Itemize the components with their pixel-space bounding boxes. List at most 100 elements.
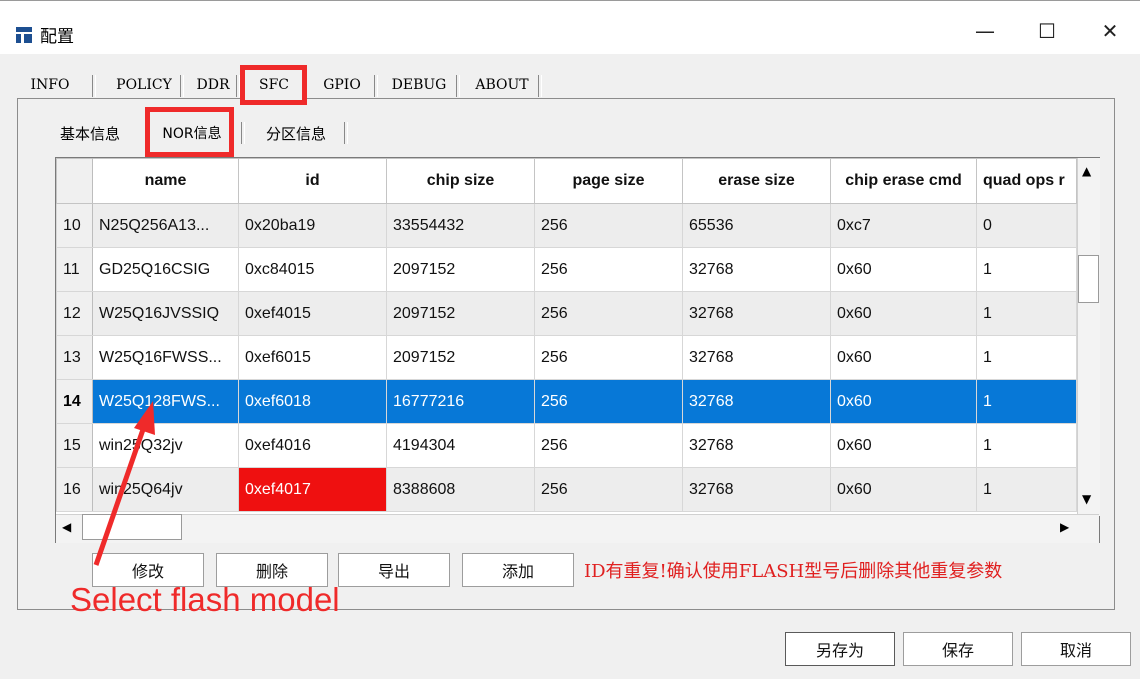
row-number[interactable]: 15 bbox=[56, 423, 93, 468]
cell-page-size[interactable]: 256 bbox=[534, 379, 683, 424]
cell-chip-erase-cmd[interactable]: 0xc7 bbox=[830, 203, 977, 248]
cell-page-size[interactable]: 256 bbox=[534, 467, 683, 512]
cell-id-duplicate[interactable]: 0xef4017 bbox=[238, 467, 387, 512]
cell-chip-erase-cmd[interactable]: 0x60 bbox=[830, 423, 977, 468]
table-row[interactable]: 11 GD25Q16CSIG 0xc84015 2097152 256 3276… bbox=[56, 247, 1077, 292]
cell-chip-size[interactable]: 4194304 bbox=[386, 423, 535, 468]
tab-gpio[interactable]: GPIO bbox=[314, 72, 370, 98]
scroll-left-icon[interactable]: ◀ bbox=[62, 520, 71, 534]
cell-chip-erase-cmd[interactable]: 0x60 bbox=[830, 335, 977, 380]
tab-divider bbox=[374, 75, 378, 97]
tab-debug[interactable]: DEBUG bbox=[384, 72, 454, 98]
horizontal-scrollbar[interactable] bbox=[56, 514, 1099, 543]
cell-chip-size[interactable]: 8388608 bbox=[386, 467, 535, 512]
cell-quad-ops[interactable]: 1 bbox=[976, 379, 1077, 424]
row-number[interactable]: 13 bbox=[56, 335, 93, 380]
tab-divider bbox=[538, 75, 542, 97]
cell-chip-size[interactable]: 2097152 bbox=[386, 247, 535, 292]
table-row[interactable]: 12 W25Q16JVSSIQ 0xef4015 2097152 256 327… bbox=[56, 291, 1077, 336]
cell-chip-size[interactable]: 16777216 bbox=[386, 379, 535, 424]
table-row[interactable]: 10 N25Q256A13... 0x20ba19 33554432 256 6… bbox=[56, 203, 1077, 248]
cell-id[interactable]: 0xef4015 bbox=[238, 291, 387, 336]
cell-quad-ops[interactable]: 1 bbox=[976, 247, 1077, 292]
save-as-button[interactable]: 另存为 bbox=[785, 632, 895, 666]
cell-chip-erase-cmd[interactable]: 0x60 bbox=[830, 247, 977, 292]
tab-divider bbox=[180, 75, 184, 97]
cell-name[interactable]: win25Q64jv bbox=[92, 467, 239, 512]
cell-chip-size[interactable]: 2097152 bbox=[386, 291, 535, 336]
minimize-button[interactable]: — bbox=[965, 13, 1005, 49]
horizontal-scroll-thumb[interactable] bbox=[82, 514, 182, 540]
cell-id[interactable]: 0xef4016 bbox=[238, 423, 387, 468]
cell-erase-size[interactable]: 32768 bbox=[682, 335, 831, 380]
cell-name[interactable]: W25Q16JVSSIQ bbox=[92, 291, 239, 336]
window-title: 配置 bbox=[40, 27, 74, 47]
column-header-id[interactable]: id bbox=[238, 158, 387, 204]
cell-erase-size[interactable]: 32768 bbox=[682, 379, 831, 424]
column-header-chip-size[interactable]: chip size bbox=[386, 158, 535, 204]
table-row[interactable]: 16 win25Q64jv 0xef4017 8388608 256 32768… bbox=[56, 467, 1077, 512]
tab-policy[interactable]: POLICY bbox=[102, 72, 186, 98]
cell-erase-size[interactable]: 32768 bbox=[682, 247, 831, 292]
scroll-up-icon[interactable]: ▲ bbox=[1082, 164, 1091, 178]
cell-page-size[interactable]: 256 bbox=[534, 247, 683, 292]
tab-about[interactable]: ABOUT bbox=[466, 72, 538, 98]
add-button[interactable]: 添加 bbox=[462, 553, 574, 587]
table-row[interactable]: 15 win25Q32jv 0xef4016 4194304 256 32768… bbox=[56, 423, 1077, 468]
cell-erase-size[interactable]: 32768 bbox=[682, 423, 831, 468]
tab-ddr[interactable]: DDR bbox=[188, 72, 238, 98]
column-header-page-size[interactable]: page size bbox=[534, 158, 683, 204]
cell-id[interactable]: 0xef6018 bbox=[238, 379, 387, 424]
vertical-scroll-thumb[interactable] bbox=[1078, 255, 1099, 303]
cell-page-size[interactable]: 256 bbox=[534, 291, 683, 336]
cell-quad-ops[interactable]: 1 bbox=[976, 291, 1077, 336]
scroll-right-icon[interactable]: ▶ bbox=[1060, 520, 1069, 534]
cell-id[interactable]: 0x20ba19 bbox=[238, 203, 387, 248]
cell-id[interactable]: 0xc84015 bbox=[238, 247, 387, 292]
cell-erase-size[interactable]: 32768 bbox=[682, 291, 831, 336]
cell-name[interactable]: N25Q256A13... bbox=[92, 203, 239, 248]
tab-info[interactable]: INFO bbox=[22, 72, 78, 98]
cell-page-size[interactable]: 256 bbox=[534, 335, 683, 380]
save-button[interactable]: 保存 bbox=[903, 632, 1013, 666]
cell-name[interactable]: W25Q128FWS... bbox=[92, 379, 239, 424]
maximize-button[interactable]: ☐ bbox=[1027, 13, 1067, 49]
column-header-quad-ops[interactable]: quad ops r bbox=[976, 158, 1077, 204]
cell-quad-ops[interactable]: 1 bbox=[976, 423, 1077, 468]
cell-name[interactable]: W25Q16FWSS... bbox=[92, 335, 239, 380]
row-number[interactable]: 14 bbox=[56, 379, 93, 424]
table-row[interactable]: 13 W25Q16FWSS... 0xef6015 2097152 256 32… bbox=[56, 335, 1077, 380]
scroll-down-icon[interactable]: ▼ bbox=[1082, 492, 1091, 506]
cell-chip-size[interactable]: 2097152 bbox=[386, 335, 535, 380]
cell-page-size[interactable]: 256 bbox=[534, 423, 683, 468]
export-button[interactable]: 导出 bbox=[338, 553, 450, 587]
row-number[interactable]: 10 bbox=[56, 203, 93, 248]
cell-chip-erase-cmd[interactable]: 0x60 bbox=[830, 291, 977, 336]
subtab-partition-info[interactable]: 分区信息 bbox=[250, 118, 342, 148]
cell-quad-ops[interactable]: 0 bbox=[976, 203, 1077, 248]
vertical-scrollbar[interactable] bbox=[1077, 158, 1100, 516]
table-row-selected[interactable]: 14 W25Q128FWS... 0xef6018 16777216 256 3… bbox=[56, 379, 1077, 424]
subtab-basic-info[interactable]: 基本信息 bbox=[44, 118, 136, 148]
column-header-name[interactable]: name bbox=[92, 158, 239, 204]
column-header-erase-size[interactable]: erase size bbox=[682, 158, 831, 204]
row-number[interactable]: 12 bbox=[56, 291, 93, 336]
cell-chip-erase-cmd[interactable]: 0x60 bbox=[830, 467, 977, 512]
close-button[interactable]: ✕ bbox=[1090, 13, 1130, 49]
row-number[interactable]: 11 bbox=[56, 247, 93, 292]
cell-chip-erase-cmd[interactable]: 0x60 bbox=[830, 379, 977, 424]
cell-quad-ops[interactable]: 1 bbox=[976, 467, 1077, 512]
cell-name[interactable]: GD25Q16CSIG bbox=[92, 247, 239, 292]
nor-flash-table[interactable]: name id chip size page size erase size c… bbox=[55, 157, 1100, 543]
cell-chip-size[interactable]: 33554432 bbox=[386, 203, 535, 248]
row-number[interactable]: 16 bbox=[56, 467, 93, 512]
cell-erase-size[interactable]: 32768 bbox=[682, 467, 831, 512]
cell-erase-size[interactable]: 65536 bbox=[682, 203, 831, 248]
cell-quad-ops[interactable]: 1 bbox=[976, 335, 1077, 380]
cancel-button[interactable]: 取消 bbox=[1021, 632, 1131, 666]
duplicate-id-warning: ID有重复!确认使用FLASH型号后删除其他重复参数 bbox=[584, 561, 1003, 582]
cell-page-size[interactable]: 256 bbox=[534, 203, 683, 248]
column-header-chip-erase-cmd[interactable]: chip erase cmd bbox=[830, 158, 977, 204]
cell-name[interactable]: win25Q32jv bbox=[92, 423, 239, 468]
cell-id[interactable]: 0xef6015 bbox=[238, 335, 387, 380]
